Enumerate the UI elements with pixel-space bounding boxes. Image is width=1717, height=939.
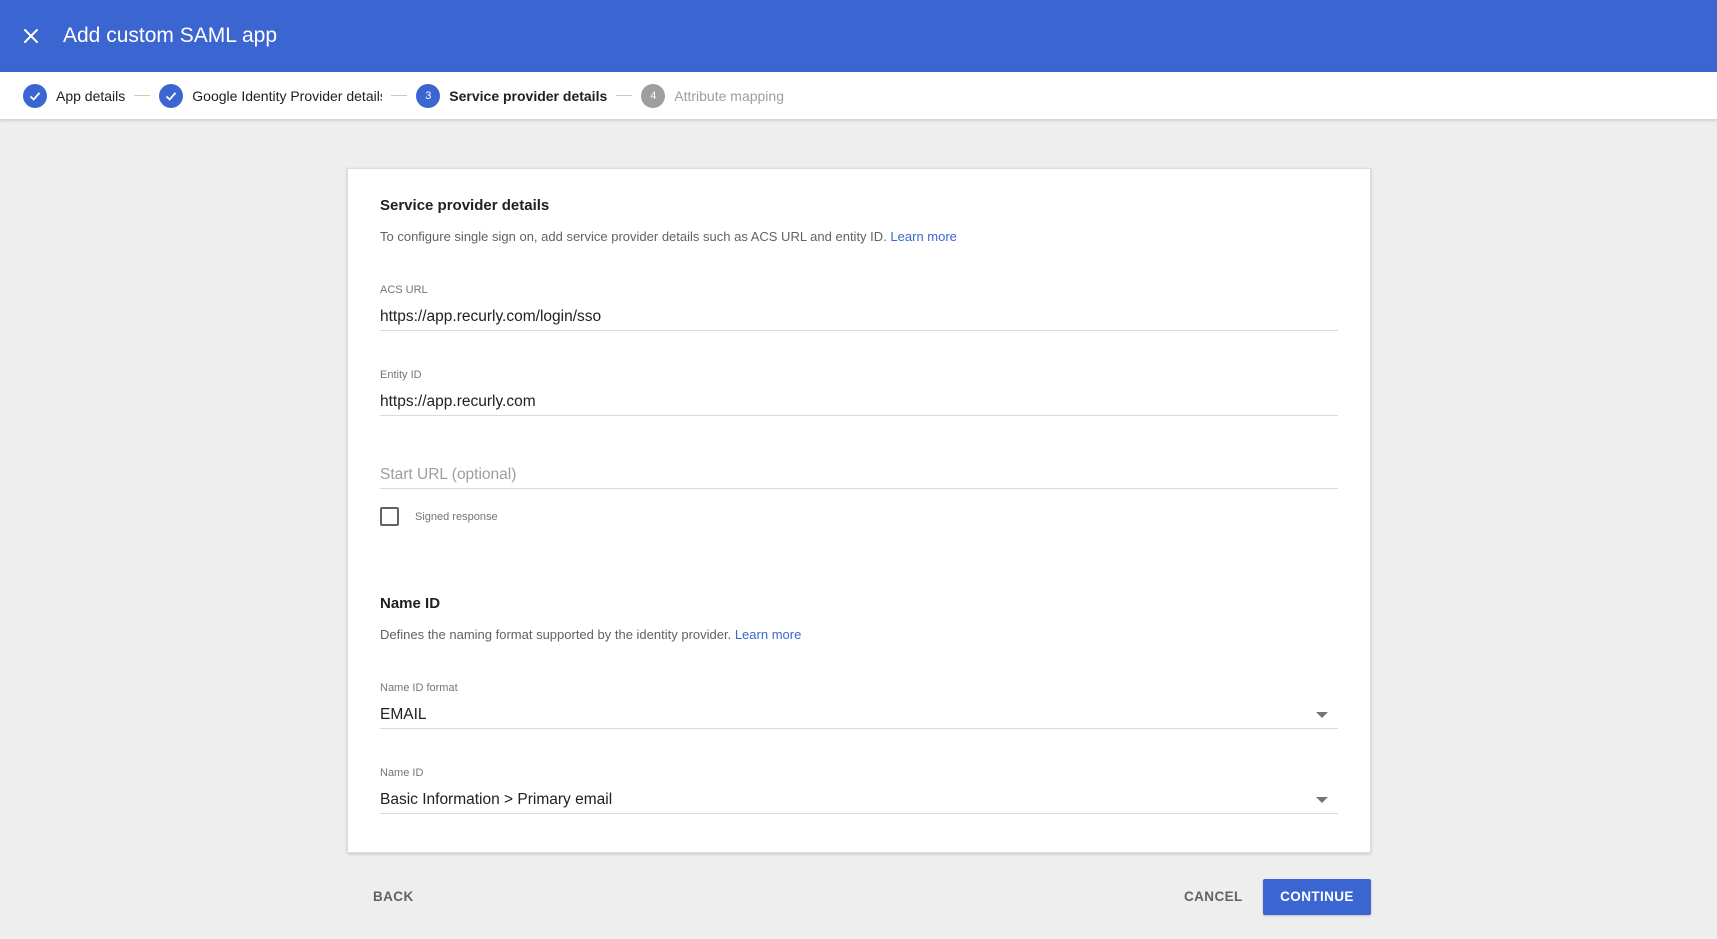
- step-number: 3: [416, 83, 441, 108]
- field-label: Name ID format: [380, 682, 458, 694]
- step-google-idp-details[interactable]: Google Identity Provider details: [159, 83, 383, 108]
- page-title: Add custom SAML app: [63, 24, 277, 47]
- field-label: ACS URL: [380, 284, 428, 296]
- step-separator: [391, 95, 408, 96]
- section-description: To configure single sign on, add service…: [380, 229, 1338, 244]
- step-separator: [616, 95, 633, 96]
- step-label: Attribute mapping: [674, 87, 784, 104]
- step-separator: [134, 95, 151, 96]
- step-label: Service provider details: [449, 87, 608, 104]
- learn-more-link[interactable]: Learn more: [735, 627, 801, 642]
- select-value: Basic Information > Primary email: [380, 791, 613, 808]
- entity-id-input[interactable]: https://app.recurly.com: [380, 388, 1338, 416]
- entity-id-field: Entity ID https://app.recurly.com: [380, 369, 1338, 416]
- signed-response-checkbox[interactable]: [380, 507, 399, 526]
- step-app-details[interactable]: App details: [23, 83, 126, 108]
- section-title: Service provider details: [380, 197, 550, 214]
- step-number: 4: [641, 83, 666, 108]
- name-id-field: Name ID Basic Information > Primary emai…: [380, 767, 1338, 814]
- learn-more-link[interactable]: Learn more: [890, 229, 956, 244]
- step-attribute-mapping: 4 Attribute mapping: [641, 83, 784, 108]
- step-label: Google Identity Provider details: [192, 87, 383, 104]
- field-label: Name ID: [380, 767, 424, 779]
- stepper: App details Google Identity Provider det…: [0, 72, 1717, 120]
- acs-url-input[interactable]: https://app.recurly.com/login/sso: [380, 303, 1338, 331]
- name-id-select[interactable]: Basic Information > Primary email: [380, 786, 1338, 814]
- name-id-format-field: Name ID format EMAIL: [380, 682, 1338, 729]
- section-description: Defines the naming format supported by t…: [380, 627, 1338, 642]
- check-icon: [159, 83, 184, 108]
- field-label: Entity ID: [380, 369, 422, 381]
- continue-button[interactable]: CONTINUE: [1263, 879, 1371, 915]
- description-text: Defines the naming format supported by t…: [380, 627, 732, 642]
- dropdown-arrow-icon: [1316, 712, 1328, 718]
- service-provider-card: Service provider details To configure si…: [347, 168, 1371, 853]
- name-id-title: Name ID: [380, 595, 441, 612]
- top-app-bar: Add custom SAML app: [0, 0, 1717, 72]
- step-service-provider-details[interactable]: 3 Service provider details: [416, 83, 608, 108]
- cancel-button[interactable]: CANCEL: [1164, 879, 1263, 915]
- select-value: EMAIL: [380, 706, 427, 723]
- start-url-input[interactable]: Start URL (optional): [380, 461, 1338, 489]
- close-icon: [24, 29, 38, 43]
- name-id-format-select[interactable]: EMAIL: [380, 701, 1338, 729]
- start-url-field: Start URL (optional): [380, 461, 1338, 489]
- description-text: To configure single sign on, add service…: [380, 229, 887, 244]
- checkbox-label: Signed response: [415, 510, 498, 523]
- back-button[interactable]: BACK: [353, 879, 434, 915]
- step-label: App details: [56, 87, 126, 104]
- close-button[interactable]: [11, 16, 51, 56]
- acs-url-field: ACS URL https://app.recurly.com/login/ss…: [380, 284, 1338, 331]
- dropdown-arrow-icon: [1316, 797, 1328, 803]
- check-icon: [23, 83, 47, 108]
- signed-response-row: Signed response: [380, 507, 1338, 526]
